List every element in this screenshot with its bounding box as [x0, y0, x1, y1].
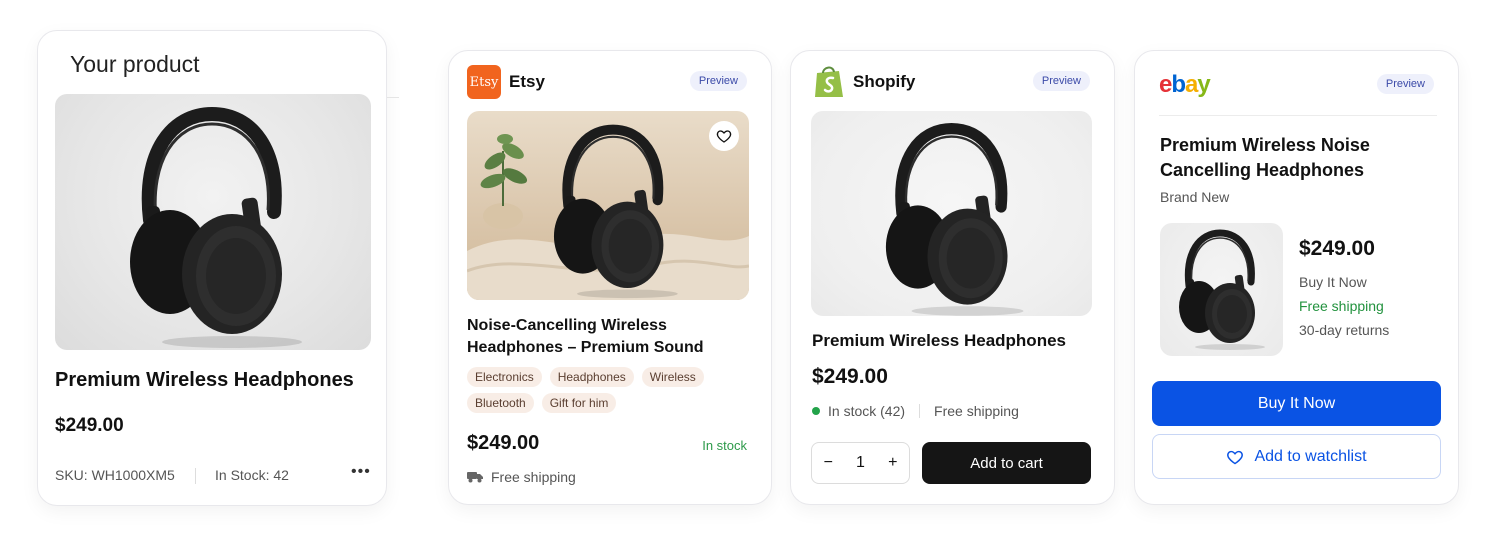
stock-label: In Stock: 42: [215, 467, 289, 483]
heart-icon: [1227, 450, 1244, 464]
headphones-image: [869, 119, 1034, 316]
tag[interactable]: Headphones: [549, 367, 634, 387]
connector-line: [387, 97, 399, 98]
stock-label: In stock (42): [828, 403, 906, 419]
decrease-button[interactable]: −: [824, 454, 833, 472]
product-name: Noise-Cancelling Wireless Headphones – P…: [467, 317, 704, 356]
sku-label: SKU: WH1000XM5: [55, 467, 175, 483]
listing-format: Buy It Now: [1299, 274, 1367, 290]
add-to-watchlist-button[interactable]: Add to watchlist: [1152, 434, 1441, 479]
headphones-image: [533, 121, 693, 300]
your-product-card: Your product Premium Wireless Headphones…: [37, 30, 387, 506]
tag[interactable]: Electronics: [467, 367, 542, 387]
quantity-stepper: − 1 +: [811, 442, 910, 484]
tag[interactable]: Wireless: [641, 367, 704, 387]
stock-row: In stock (42) Free shipping: [812, 403, 1019, 419]
add-to-cart-button[interactable]: Add to cart: [922, 442, 1091, 484]
favorite-button[interactable]: [709, 121, 739, 151]
card-title: Your product: [70, 51, 200, 77]
headphones-image: [107, 102, 317, 350]
preview-badge: Preview: [1032, 71, 1090, 91]
truck-icon: [467, 472, 483, 483]
divider: [195, 468, 196, 484]
preview-badge: Preview: [1376, 74, 1434, 94]
product-price: $249.00: [55, 415, 124, 436]
etsy-preview-card: Etsy Etsy Preview Noise-Cancelling Wirel…: [448, 50, 772, 505]
heart-icon: [716, 130, 732, 143]
brand-name: Etsy: [509, 72, 545, 91]
brand-header: Shopify: [813, 65, 915, 99]
stock-status: In stock: [702, 438, 747, 453]
condition-label: Brand New: [1160, 189, 1230, 205]
product-price: $249.00: [1299, 237, 1375, 260]
divider: [1159, 115, 1437, 116]
product-image: [1160, 223, 1283, 356]
etsy-logo-icon: Etsy: [467, 65, 501, 99]
shipping-info: Free shipping: [467, 469, 576, 485]
returns-label: 30-day returns: [1299, 322, 1390, 338]
product-image: [467, 111, 749, 300]
headphones-image: [1170, 227, 1270, 352]
shipping-label: Free shipping: [491, 469, 576, 485]
preview-badge: Preview: [689, 71, 747, 91]
product-name-line1: Premium Wireless Noise: [1160, 135, 1370, 155]
product-name: Premium Wireless Headphones: [812, 331, 1066, 350]
shipping-label: Free shipping: [934, 403, 1019, 419]
divider: [919, 404, 921, 418]
product-price: $249.00: [812, 365, 888, 388]
increase-button[interactable]: +: [888, 454, 897, 472]
ebay-preview-card: ebay Preview Premium Wireless Noise Canc…: [1134, 50, 1459, 505]
product-name: Premium Wireless Headphones: [55, 369, 354, 391]
in-stock-dot-icon: [812, 407, 820, 415]
buy-it-now-button[interactable]: Buy It Now: [1152, 381, 1441, 426]
product-image: [55, 94, 371, 350]
tag[interactable]: Bluetooth: [467, 393, 534, 413]
shipping-label: Free shipping: [1299, 298, 1384, 314]
shopify-preview-card: Shopify Preview Premium Wireless Headpho…: [790, 50, 1115, 505]
tag-list: Electronics Headphones Wireless Bluetoot…: [467, 367, 747, 413]
product-image: [811, 111, 1092, 316]
ebay-logo-icon: ebay: [1159, 71, 1211, 98]
product-price: $249.00: [467, 432, 540, 454]
brand-header: Etsy Etsy: [467, 65, 545, 99]
watchlist-label: Add to watchlist: [1254, 447, 1367, 465]
tag[interactable]: Gift for him: [541, 393, 617, 413]
product-name-line2: Cancelling Headphones: [1160, 160, 1365, 180]
shopify-logo-icon: [815, 66, 843, 97]
more-icon[interactable]: •••: [351, 463, 371, 481]
brand-name: Shopify: [853, 72, 916, 91]
quantity-value[interactable]: 1: [856, 454, 865, 472]
